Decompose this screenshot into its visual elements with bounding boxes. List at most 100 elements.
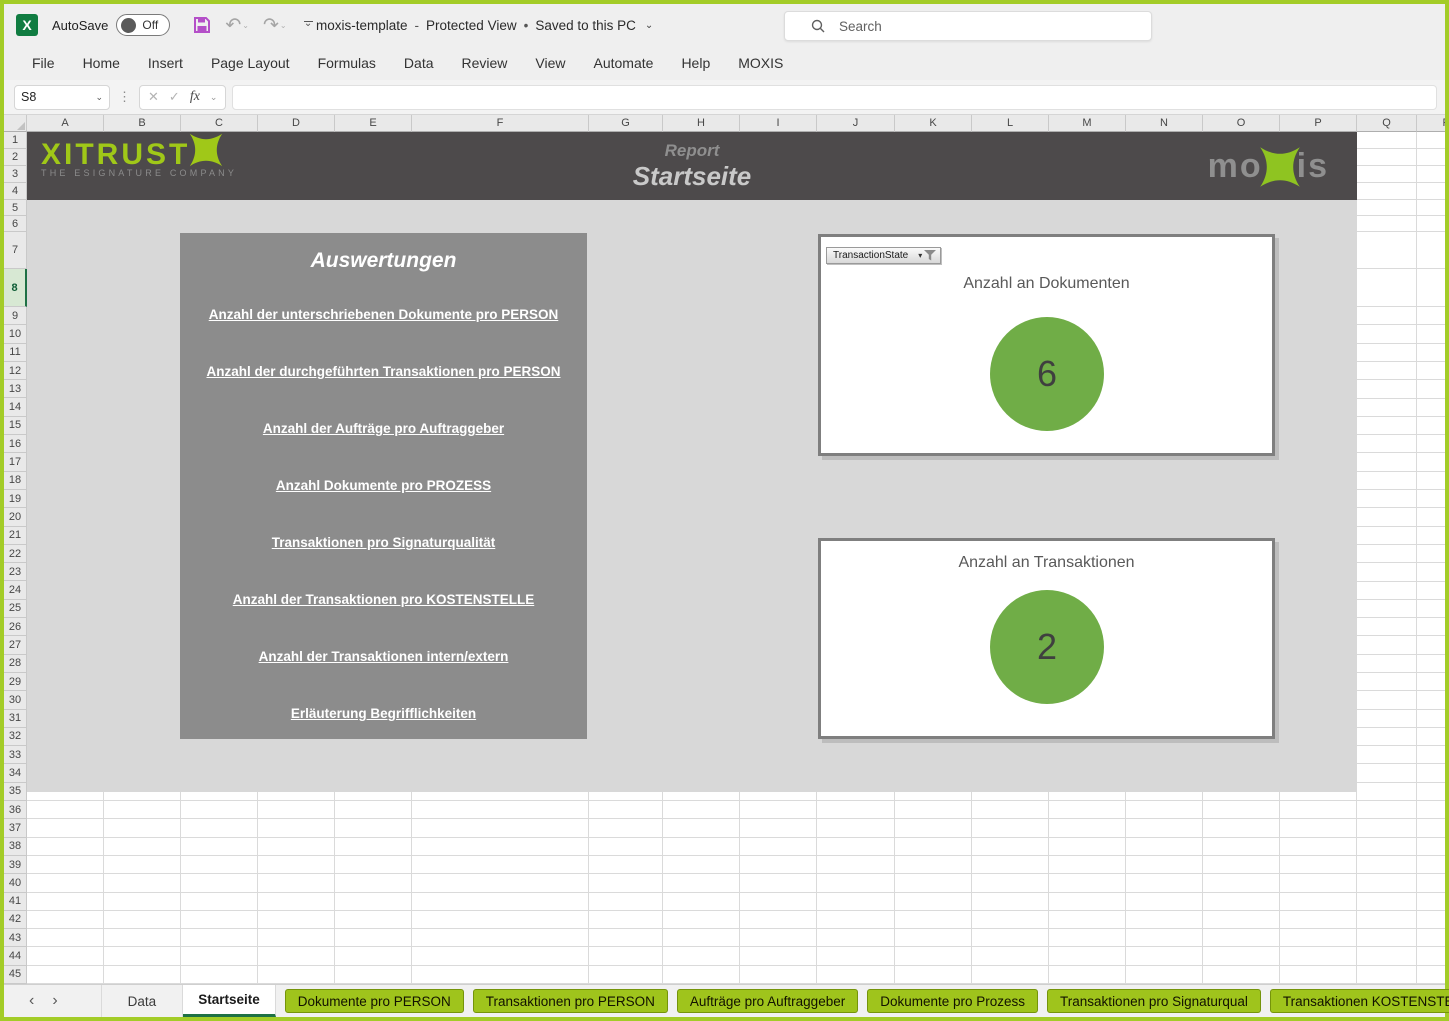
row-header-29[interactable]: 29 [4, 673, 27, 691]
sheet-tab-transaktionen-pro-signaturqual[interactable]: Transaktionen pro Signaturqual [1047, 989, 1261, 1013]
auswertungen-link-3[interactable]: Anzahl der Aufträge pro Auftraggeber [180, 421, 587, 436]
autosave-toggle[interactable]: Off [116, 14, 170, 36]
sheet-tab-startseite[interactable]: Startseite [183, 985, 276, 1017]
column-header-H[interactable]: H [663, 115, 740, 132]
row-header-11[interactable]: 11 [4, 344, 27, 362]
column-header-C[interactable]: C [181, 115, 258, 132]
saved-status[interactable]: Saved to this PC [535, 18, 636, 33]
column-header-O[interactable]: O [1203, 115, 1280, 132]
row-header-28[interactable]: 28 [4, 655, 27, 673]
ribbon-tab-file[interactable]: File [18, 46, 69, 80]
save-icon[interactable] [193, 16, 211, 34]
auswertungen-link-8[interactable]: Erläuterung Begrifflichkeiten [180, 706, 587, 721]
row-header-5[interactable]: 5 [4, 200, 27, 216]
auswertungen-link-1[interactable]: Anzahl der unterschriebenen Dokumente pr… [180, 307, 587, 322]
row-header-20[interactable]: 20 [4, 508, 27, 526]
excel-app-icon[interactable]: X [16, 14, 38, 36]
row-header-13[interactable]: 13 [4, 380, 27, 398]
row-header-1[interactable]: 1 [4, 132, 27, 149]
row-header-16[interactable]: 16 [4, 435, 27, 453]
column-header-B[interactable]: B [104, 115, 181, 132]
sheet-tab-transaktionen-pro-person[interactable]: Transaktionen pro PERSON [473, 989, 668, 1013]
redo-button[interactable]: ↷⌄ [263, 14, 287, 37]
row-header-27[interactable]: 27 [4, 636, 27, 654]
row-header-21[interactable]: 21 [4, 527, 27, 545]
column-header-E[interactable]: E [335, 115, 412, 132]
title-chevron-icon[interactable]: ⌄ [645, 20, 653, 31]
row-header-38[interactable]: 38 [4, 838, 27, 856]
sheet-tab-data[interactable]: Data [101, 985, 184, 1017]
row-header-2[interactable]: 2 [4, 149, 27, 166]
ribbon-tab-automate[interactable]: Automate [580, 46, 668, 80]
row-header-30[interactable]: 30 [4, 691, 27, 709]
search-input[interactable]: Search [784, 11, 1152, 41]
row-header-44[interactable]: 44 [4, 947, 27, 965]
name-box-chevron-icon[interactable]: ⌄ [95, 92, 103, 103]
row-header-6[interactable]: 6 [4, 216, 27, 232]
row-header-31[interactable]: 31 [4, 710, 27, 728]
row-header-17[interactable]: 17 [4, 453, 27, 471]
row-header-45[interactable]: 45 [4, 966, 27, 984]
row-header-40[interactable]: 40 [4, 874, 27, 892]
row-header-12[interactable]: 12 [4, 362, 27, 380]
ribbon-tab-moxis[interactable]: MOXIS [724, 46, 797, 80]
confirm-entry-button[interactable]: ✓ [169, 89, 180, 105]
row-header-24[interactable]: 24 [4, 581, 27, 599]
row-header-37[interactable]: 37 [4, 819, 27, 837]
quick-access-toolbar-icon[interactable]: ⌄ [304, 21, 313, 30]
column-header-L[interactable]: L [972, 115, 1049, 132]
column-header-Q[interactable]: Q [1357, 115, 1417, 132]
row-header-43[interactable]: 43 [4, 929, 27, 947]
column-header-J[interactable]: J [817, 115, 895, 132]
undo-chevron-icon[interactable]: ⌄ [242, 21, 249, 30]
row-header-8[interactable]: 8 [4, 269, 27, 307]
fx-chevron-icon[interactable]: ⌄ [210, 92, 218, 103]
ribbon-tab-review[interactable]: Review [448, 46, 522, 80]
column-header-R[interactable]: R [1417, 115, 1445, 132]
sheet-tab-dokumente-pro-prozess[interactable]: Dokumente pro Prozess [867, 989, 1038, 1013]
sheet-nav-next-button[interactable]: › [43, 992, 66, 1010]
formula-input[interactable] [232, 85, 1437, 110]
ribbon-tab-insert[interactable]: Insert [134, 46, 197, 80]
row-header-32[interactable]: 32 [4, 728, 27, 746]
sheet-tab-transaktionen-kostenstelle[interactable]: Transaktionen KOSTENSTELLE [1270, 989, 1449, 1013]
ribbon-tab-home[interactable]: Home [69, 46, 134, 80]
row-header-14[interactable]: 14 [4, 398, 27, 416]
sheet-nav-prev-button[interactable]: ‹ [20, 992, 43, 1010]
row-header-41[interactable]: 41 [4, 893, 27, 911]
cancel-entry-button[interactable]: ✕ [148, 89, 159, 105]
row-header-9[interactable]: 9 [4, 307, 27, 325]
row-header-4[interactable]: 4 [4, 183, 27, 200]
row-header-3[interactable]: 3 [4, 166, 27, 183]
ribbon-tab-formulas[interactable]: Formulas [304, 46, 390, 80]
column-header-F[interactable]: F [412, 115, 589, 132]
column-header-I[interactable]: I [740, 115, 817, 132]
sheet-tab-dokumente-pro-person[interactable]: Dokumente pro PERSON [285, 989, 464, 1013]
ribbon-tab-help[interactable]: Help [667, 46, 724, 80]
column-header-P[interactable]: P [1280, 115, 1357, 132]
row-header-39[interactable]: 39 [4, 856, 27, 874]
sheet-canvas[interactable]: XITRUST THE ESIGNATURE COMPANY Report St… [27, 132, 1445, 984]
row-header-15[interactable]: 15 [4, 417, 27, 435]
sheet-tab-aufträge-pro-auftraggeber[interactable]: Aufträge pro Auftraggeber [677, 989, 858, 1013]
undo-button[interactable]: ↶⌄ [225, 14, 249, 37]
column-header-N[interactable]: N [1126, 115, 1203, 132]
column-header-K[interactable]: K [895, 115, 972, 132]
row-header-34[interactable]: 34 [4, 764, 27, 782]
auswertungen-link-7[interactable]: Anzahl der Transaktionen intern/extern [180, 649, 587, 664]
column-header-A[interactable]: A [27, 115, 104, 132]
row-header-19[interactable]: 19 [4, 490, 27, 508]
column-header-G[interactable]: G [589, 115, 663, 132]
redo-chevron-icon[interactable]: ⌄ [280, 21, 287, 30]
column-header-M[interactable]: M [1049, 115, 1126, 132]
auswertungen-link-4[interactable]: Anzahl Dokumente pro PROZESS [180, 478, 587, 493]
ribbon-tab-data[interactable]: Data [390, 46, 448, 80]
auswertungen-link-6[interactable]: Anzahl der Transaktionen pro KOSTENSTELL… [180, 592, 587, 607]
auswertungen-link-2[interactable]: Anzahl der durchgeführten Transaktionen … [180, 364, 587, 379]
select-all-corner[interactable] [4, 115, 27, 132]
column-header-D[interactable]: D [258, 115, 335, 132]
insert-function-button[interactable]: fx [190, 89, 200, 105]
row-header-25[interactable]: 25 [4, 600, 27, 618]
name-box[interactable]: S8 ⌄ [14, 85, 110, 110]
row-header-10[interactable]: 10 [4, 325, 27, 343]
